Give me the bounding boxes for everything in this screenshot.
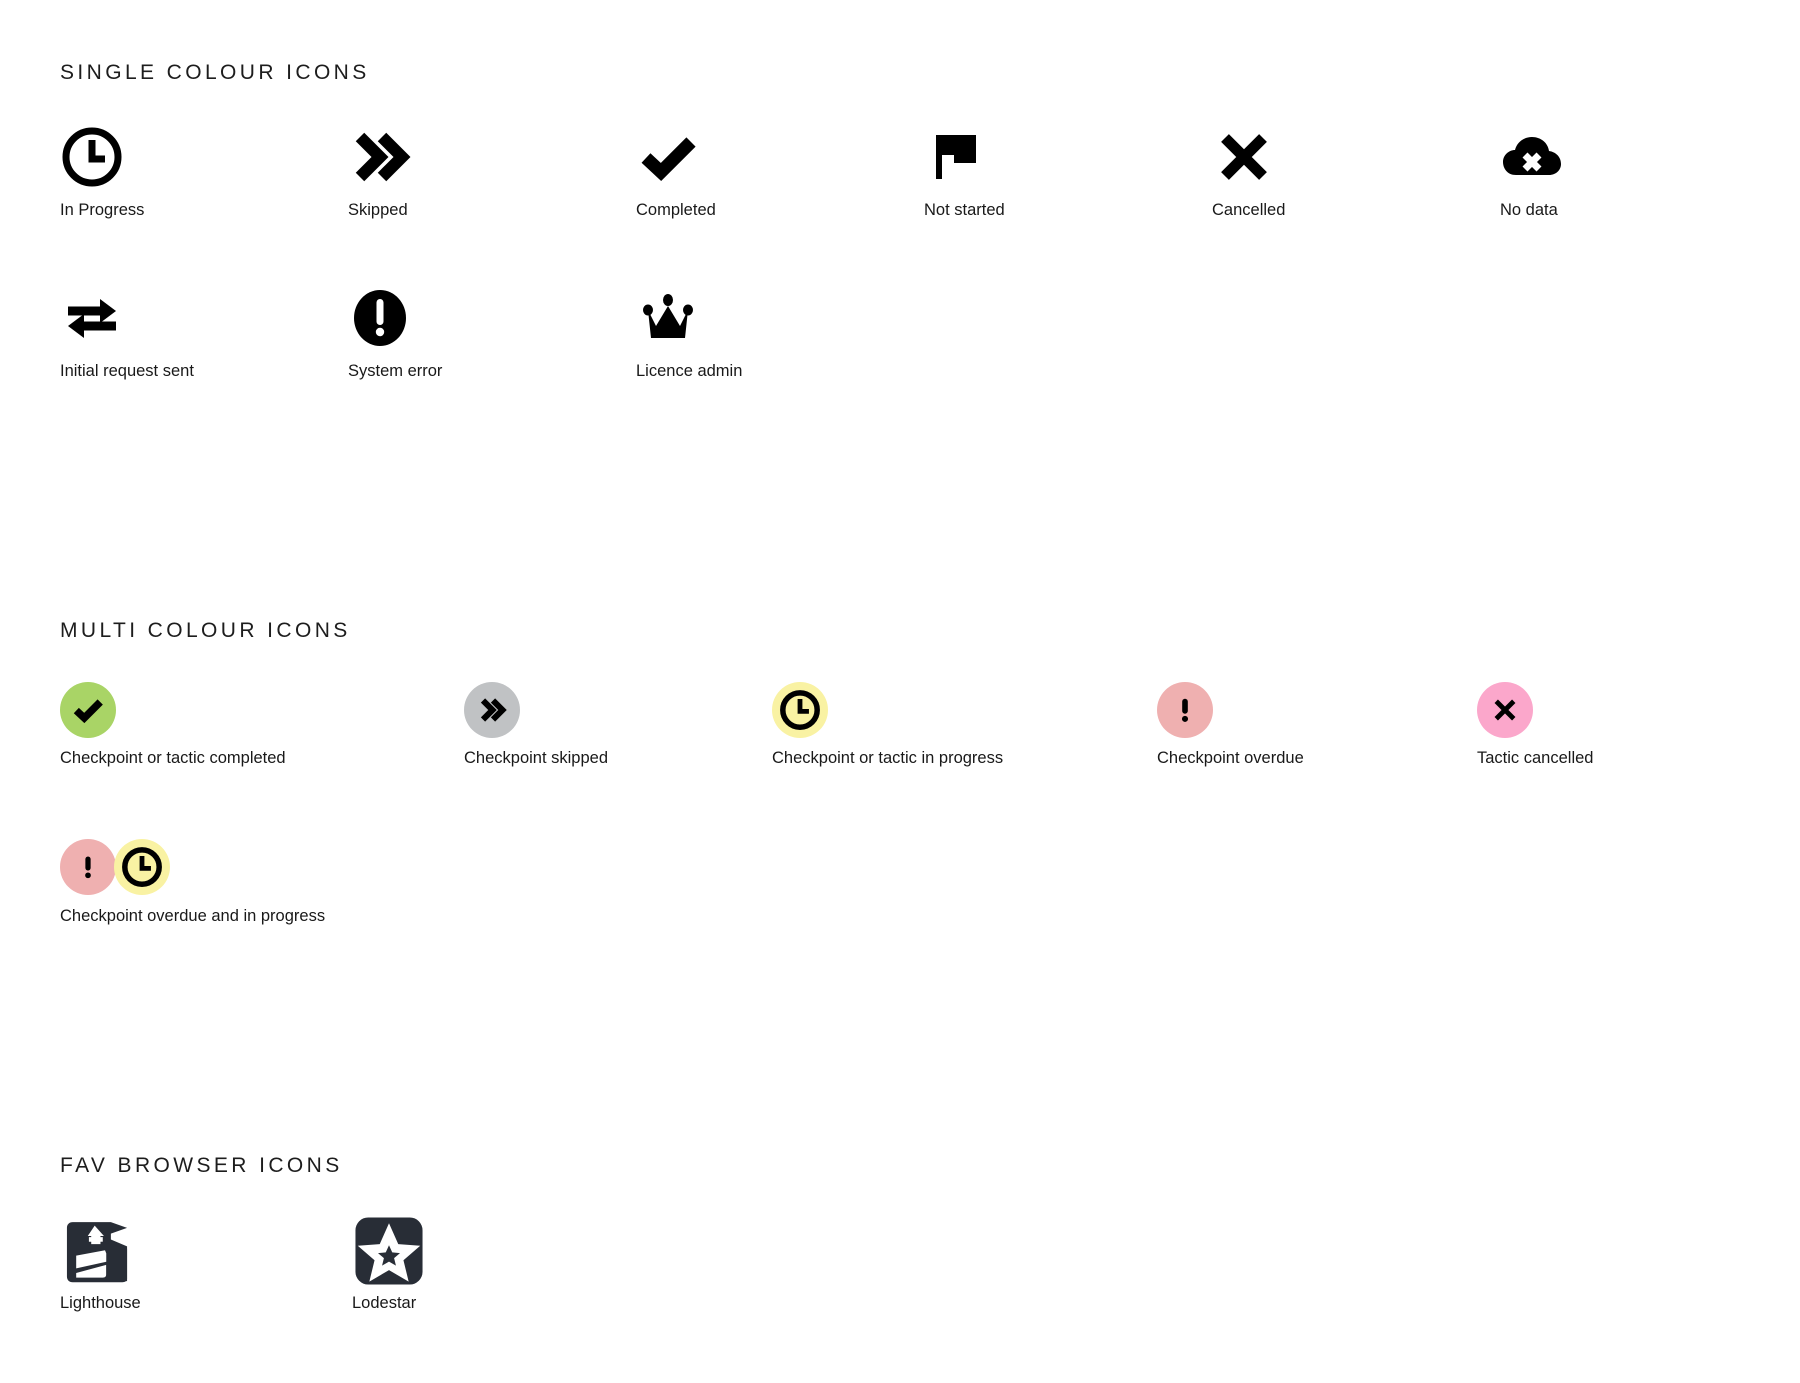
icon-label: System error [348, 361, 443, 380]
icon-label: Checkpoint or tactic completed [60, 749, 286, 767]
clock-icon [780, 690, 820, 730]
icon-label: Lodestar [352, 1294, 417, 1312]
exclamation-icon [1181, 698, 1189, 722]
cross-icon [1212, 113, 1276, 201]
multi-colour-row-2: Checkpoint overdue and in progress [60, 829, 1800, 927]
icon-label: Checkpoint overdue and in progress [60, 906, 326, 925]
badge-clock-yellow [772, 671, 828, 749]
single-colour-row-1: In Progress Skipped Completed Not starte… [60, 113, 1800, 221]
icon-label: Checkpoint skipped [464, 749, 609, 767]
icon-cell-checkpoint-completed[interactable]: Checkpoint or tactic completed [60, 671, 464, 769]
icon-label: Lighthouse [60, 1294, 141, 1312]
icon-cell-skipped[interactable]: Skipped [348, 113, 636, 221]
badge-exclamation-salmon [1157, 671, 1213, 749]
section-title-multi-colour: MULTI COLOUR ICONS [60, 619, 351, 642]
icon-label: Licence admin [636, 361, 743, 380]
section-single-colour-icons: SINGLE COLOUR ICONS In Progress Skipped … [0, 62, 1800, 382]
badge-chevrons-grey [464, 671, 520, 749]
dual-badge-group [60, 838, 178, 897]
icon-label: Skipped [348, 201, 408, 219]
icon-cell-completed[interactable]: Completed [636, 113, 924, 221]
icon-label: Checkpoint overdue [1157, 749, 1304, 767]
icon-label: Cancelled [1212, 201, 1286, 219]
green-circle [60, 682, 116, 738]
grey-circle [464, 682, 520, 738]
badge-check-green [60, 671, 116, 749]
icon-cell-checkpoint-skipped[interactable]: Checkpoint skipped [464, 671, 772, 769]
icon-cell-system-error[interactable]: System error [348, 274, 636, 382]
double-chevron-right-icon [480, 698, 507, 722]
icon-label: No data [1500, 201, 1558, 219]
cloud-cross-icon [1500, 113, 1564, 201]
icon-cell-no-data[interactable]: No data [1500, 113, 1788, 221]
salmon-circle [60, 838, 116, 895]
double-chevron-right-icon [348, 113, 412, 201]
single-colour-row-2: Initial request sent System error Licenc… [60, 274, 1800, 382]
crown-icon [636, 274, 700, 362]
icon-label: Checkpoint or tactic in progress [772, 749, 1004, 767]
icon-cell-in-progress[interactable]: In Progress [60, 113, 348, 221]
icon-cell-licence-admin[interactable]: Licence admin [636, 274, 924, 382]
icon-cell-cancelled[interactable]: Cancelled [1212, 113, 1500, 221]
yellow-circle [772, 682, 828, 738]
yellow-circle [114, 838, 170, 895]
badge-cross-pink [1477, 671, 1533, 749]
icon-cell-tactic-cancelled[interactable]: Tactic cancelled [1477, 671, 1777, 769]
clock-icon [60, 113, 124, 201]
icon-cell-checkpoint-overdue[interactable]: Checkpoint overdue [1157, 671, 1477, 769]
icon-label: Completed [636, 201, 716, 219]
check-icon [636, 113, 700, 201]
section-title-fav-browser: FAV BROWSER ICONS [60, 1154, 343, 1177]
icon-label: Tactic cancelled [1477, 749, 1594, 767]
icon-cell-lodestar[interactable]: Lodestar [352, 1208, 644, 1314]
icon-label: Not started [924, 201, 1005, 219]
icon-label: In Progress [60, 201, 145, 219]
section-multi-colour-icons: MULTI COLOUR ICONS Checkpoint or tactic … [0, 620, 1800, 927]
exclamation-circle-icon [348, 274, 412, 362]
pink-circle [1477, 682, 1533, 738]
fav-browser-row-1: Lighthouse Lodestar [60, 1208, 1800, 1314]
flag-icon [924, 113, 988, 201]
salmon-circle [1157, 682, 1213, 738]
icon-cell-lighthouse[interactable]: Lighthouse [60, 1208, 352, 1314]
check-icon [73, 699, 103, 724]
icon-cell-overdue-and-in-progress[interactable]: Checkpoint overdue and in progress [60, 829, 560, 927]
cross-icon [1494, 699, 1516, 721]
icon-cell-not-started[interactable]: Not started [924, 113, 1212, 221]
multi-colour-row-1: Checkpoint or tactic completed Checkpoin… [60, 671, 1800, 769]
section-fav-browser-icons: FAV BROWSER ICONS Lighthouse Lodestar [0, 1155, 1800, 1314]
icon-cell-checkpoint-in-progress[interactable]: Checkpoint or tactic in progress [772, 671, 1157, 769]
clock-icon [122, 846, 162, 887]
exclamation-icon [85, 856, 91, 878]
lodestar-favicon [352, 1208, 426, 1294]
icon-cell-initial-request-sent[interactable]: Initial request sent [60, 274, 348, 382]
badge-overdue-and-in-progress [60, 829, 178, 907]
icon-label: Initial request sent [60, 361, 194, 380]
lighthouse-favicon [60, 1208, 134, 1294]
two-way-arrows-icon [60, 274, 124, 362]
icon-style-guide-page: SINGLE COLOUR ICONS In Progress Skipped … [0, 0, 1800, 1383]
section-title-single-colour: SINGLE COLOUR ICONS [60, 61, 370, 84]
